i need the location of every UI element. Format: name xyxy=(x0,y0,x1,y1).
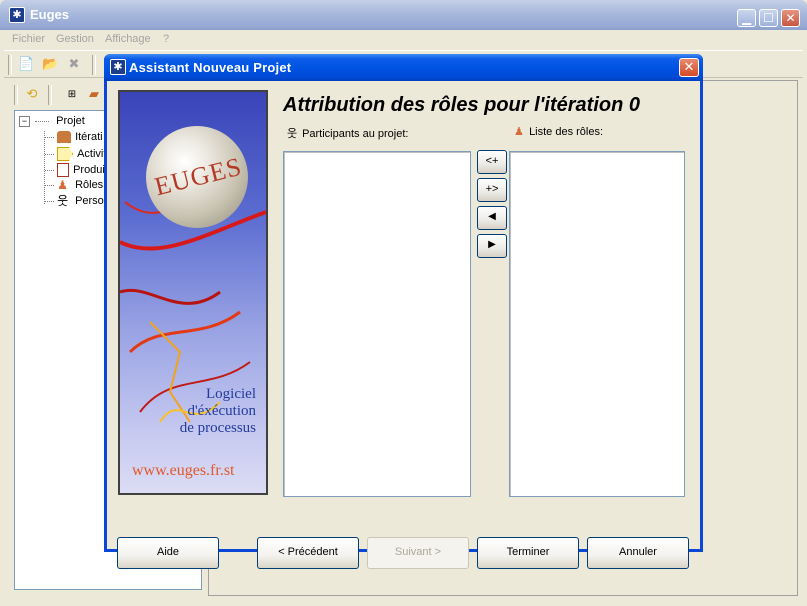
close-icon: ✕ xyxy=(785,11,796,25)
person-icon: 웃 xyxy=(287,128,298,140)
step-heading: Attribution des rôles pour l'itération 0 xyxy=(283,94,641,116)
menubar: Fichier Gestion Affichage ? xyxy=(4,30,803,50)
dialog-app-icon: ✱ xyxy=(110,59,126,75)
menu-gestion[interactable]: Gestion xyxy=(56,33,94,45)
window-title: Euges xyxy=(30,7,70,22)
banner-url: www.euges.fr.st xyxy=(132,462,235,479)
dialog-body: EUGES Logiciel d'éxécution de processus … xyxy=(107,81,700,569)
wizard-dialog: ✱ Assistant Nouveau Projet ✕ EUGES Logic… xyxy=(104,54,703,569)
delete-icon[interactable]: ✖ xyxy=(66,57,82,73)
finish-button[interactable]: Terminer xyxy=(477,537,579,569)
roles-label-group: ♟ Liste des rôles: xyxy=(514,125,603,138)
role-icon: ♟ xyxy=(57,178,68,193)
maximize-icon: ☐ xyxy=(763,11,774,25)
roles-label: Liste des rôles: xyxy=(529,126,604,138)
product-icon xyxy=(57,163,70,177)
close-button[interactable]: ✕ xyxy=(781,9,800,27)
menu-help[interactable]: ? xyxy=(163,33,169,45)
participants-label-group: 웃 Participants au projet: xyxy=(287,125,408,141)
add-all-left-button[interactable]: <+ xyxy=(477,150,507,174)
arrow-left-icon: ◀ xyxy=(488,211,496,222)
dialog-title: Assistant Nouveau Projet xyxy=(129,60,292,75)
add-all-right-button[interactable]: +> xyxy=(477,178,507,202)
tree-view-icon[interactable]: ⊞ xyxy=(64,87,80,103)
tree-item-iterations[interactable]: Itérati xyxy=(45,131,103,147)
banner-line-3: de processus xyxy=(179,420,256,436)
help-button[interactable]: Aide xyxy=(117,537,219,569)
menu-affichage[interactable]: Affichage xyxy=(105,33,151,45)
new-file-icon[interactable]: 📄 xyxy=(18,57,34,73)
participants-list[interactable] xyxy=(283,151,471,497)
arrow-right-icon: ▶ xyxy=(488,239,496,250)
activity-icon xyxy=(57,147,74,161)
cancel-button[interactable]: Annuler xyxy=(587,537,689,569)
person-icon: 웃 xyxy=(57,194,69,209)
tree-item-persons[interactable]: 웃 Person xyxy=(45,195,110,211)
dialog-titlebar[interactable]: ✱ Assistant Nouveau Projet ✕ xyxy=(104,54,703,81)
tree-item-roles[interactable]: ♟ Rôles xyxy=(45,179,103,195)
open-folder-icon[interactable]: 📂 xyxy=(42,57,58,73)
toolbar-grip xyxy=(14,85,18,105)
wizard-banner: EUGES Logiciel d'éxécution de processus … xyxy=(118,90,268,495)
minimize-icon: ▁ xyxy=(741,11,752,25)
role-icon: ♟ xyxy=(514,126,524,138)
main-titlebar[interactable]: ✱ Euges ▁ ☐ ✕ xyxy=(0,0,807,30)
toolbar-separator xyxy=(48,85,52,105)
tree-root[interactable]: − Projet xyxy=(19,115,85,131)
move-left-button[interactable]: ◀ xyxy=(477,206,507,230)
next-button[interactable]: Suivant > xyxy=(367,537,469,569)
iteration-icon xyxy=(57,131,72,144)
app-icon: ✱ xyxy=(9,7,25,23)
move-right-button[interactable]: ▶ xyxy=(477,234,507,258)
participants-label: Participants au projet: xyxy=(302,128,409,140)
dialog-close-button[interactable]: ✕ xyxy=(679,58,699,77)
previous-button[interactable]: < Précédent xyxy=(257,537,359,569)
collapse-icon[interactable]: − xyxy=(19,115,30,127)
tree-item-activities[interactable]: Activit xyxy=(45,147,106,163)
iteration-toolbar-icon[interactable]: ▰ xyxy=(86,87,102,103)
banner-line-1: Logiciel xyxy=(206,386,256,402)
toolbar-grip xyxy=(8,55,12,75)
roles-list[interactable] xyxy=(509,151,685,497)
minimize-button[interactable]: ▁ xyxy=(737,9,756,27)
tree-root-label: Projet xyxy=(56,115,85,127)
menu-fichier[interactable]: Fichier xyxy=(12,33,45,45)
tree-item-products[interactable]: Produi xyxy=(45,163,105,179)
refresh-icon[interactable]: ⟲ xyxy=(24,87,40,103)
maximize-button[interactable]: ☐ xyxy=(759,9,778,27)
toolbar-separator xyxy=(92,55,96,75)
banner-line-2: d'éxécution xyxy=(187,403,256,419)
close-icon: ✕ xyxy=(683,60,695,75)
